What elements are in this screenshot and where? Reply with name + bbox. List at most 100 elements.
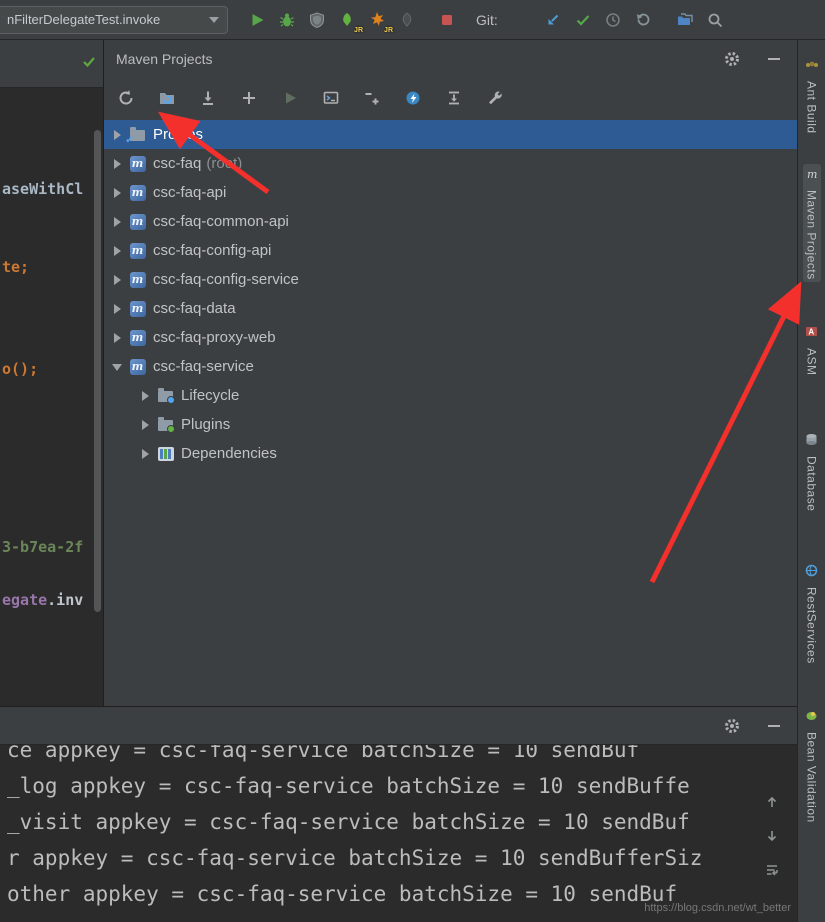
- tool-tab-restservices[interactable]: RestServices: [803, 561, 821, 667]
- add-maven-project-button[interactable]: [239, 88, 259, 108]
- console-line: _log appkey = csc-faq-service batchSize …: [7, 768, 761, 804]
- tool-tab-asm[interactable]: AASM: [803, 322, 821, 379]
- tree-node-csc-faq-api[interactable]: mcsc-faq-api: [104, 178, 797, 207]
- maven-projects-panel: Maven Projects: [104, 40, 797, 706]
- tree-node-label: Dependencies: [181, 445, 277, 462]
- panel-hide-button[interactable]: [765, 50, 783, 68]
- tree-node-csc-faq-proxy-web[interactable]: mcsc-faq-proxy-web: [104, 323, 797, 352]
- git-label: Git:: [476, 12, 498, 28]
- chevron-right-icon[interactable]: [112, 245, 124, 257]
- tree-node-csc-faq-common-api[interactable]: mcsc-faq-common-api: [104, 207, 797, 236]
- tool-tab-maven-projects[interactable]: mMaven Projects: [803, 164, 821, 283]
- skip-tests-icon: [445, 89, 463, 107]
- tool-tab-database[interactable]: Database: [803, 430, 821, 514]
- minimize-icon: [768, 725, 780, 727]
- chevron-right-icon[interactable]: [112, 332, 124, 344]
- chevron-right-icon[interactable]: [140, 419, 152, 431]
- soft-wrap-button[interactable]: [763, 861, 781, 879]
- download-sources-button[interactable]: [198, 88, 218, 108]
- gear-icon: [724, 51, 740, 67]
- tree-node-csc-faq-service[interactable]: m csc-faq-service: [104, 352, 797, 381]
- search-everywhere-button[interactable]: [700, 6, 730, 34]
- xrebel-button[interactable]: [392, 6, 422, 34]
- chevron-right-icon[interactable]: [112, 129, 124, 141]
- generate-sources-button[interactable]: [157, 88, 177, 108]
- debug-with-jrebel-button[interactable]: JR: [362, 6, 392, 34]
- soft-wrap-icon: [764, 862, 780, 878]
- rest-icon: [805, 564, 818, 582]
- tree-node-csc-faq[interactable]: mcsc-faq (root): [104, 149, 797, 178]
- tree-node-label: csc-faq-common-api: [153, 213, 289, 230]
- chevron-right-icon[interactable]: [140, 448, 152, 460]
- run-button[interactable]: [242, 6, 272, 34]
- tree-node-label: csc-faq-proxy-web: [153, 329, 276, 346]
- tool-tab-label: Ant Build: [805, 81, 819, 134]
- chevron-right-icon[interactable]: [112, 158, 124, 170]
- chevron-right-icon[interactable]: [112, 216, 124, 228]
- console-settings-button[interactable]: [723, 717, 741, 735]
- module-icon: m: [129, 243, 146, 259]
- maven-settings-button[interactable]: [485, 88, 505, 108]
- editor-scrollbar[interactable]: [94, 130, 101, 612]
- editor-area[interactable]: aseWithClte;o();3-b7ea-2fegate.inv: [0, 40, 104, 706]
- code-fragment: o();: [2, 360, 38, 378]
- git-commit-button[interactable]: [568, 6, 598, 34]
- code-fragment: aseWithCl: [2, 180, 83, 198]
- code-token: te;: [2, 258, 29, 276]
- run-with-jrebel-button[interactable]: JR: [332, 6, 362, 34]
- gear-icon: [724, 718, 740, 734]
- tree-node-lifecycle[interactable]: Lifecycle: [104, 381, 797, 410]
- chevron-right-icon[interactable]: [112, 187, 124, 199]
- tree-node-plugins[interactable]: Plugins: [104, 410, 797, 439]
- tree-node-label: csc-faq: [153, 155, 201, 172]
- run-maven-build-button[interactable]: [280, 88, 300, 108]
- chevron-right-icon[interactable]: [112, 274, 124, 286]
- dependencies-icon: [157, 446, 174, 461]
- arrow-up-icon: [764, 794, 780, 810]
- plugins-icon: [157, 418, 174, 431]
- git-rollback-button[interactable]: [628, 6, 658, 34]
- code-fragment: egate.inv: [2, 591, 83, 609]
- git-history-button[interactable]: [598, 6, 628, 34]
- tree-node-csc-faq-config-service[interactable]: mcsc-faq-config-service: [104, 265, 797, 294]
- chevron-right-icon[interactable]: [140, 390, 152, 402]
- bean-icon: [805, 709, 818, 727]
- top-toolbar: nFilterDelegateTest.invoke JR JR: [0, 0, 825, 40]
- run-config-dropdown[interactable]: nFilterDelegateTest.invoke: [0, 6, 228, 34]
- tree-node-label: Lifecycle: [181, 387, 239, 404]
- tool-tab-label: Bean Validation: [805, 732, 819, 823]
- tree-node-dependencies[interactable]: Dependencies: [104, 439, 797, 468]
- tool-tab-bean-validation[interactable]: Bean Validation: [803, 706, 821, 826]
- reimport-maven-button[interactable]: [116, 88, 136, 108]
- code-token: o();: [2, 360, 38, 378]
- tree-node-profiles[interactable]: Profiles: [104, 120, 797, 149]
- changed-files-button[interactable]: [670, 6, 700, 34]
- console-hide-button[interactable]: [765, 717, 783, 735]
- scroll-down-button[interactable]: [763, 827, 781, 845]
- tree-node-csc-faq-data[interactable]: mcsc-faq-data: [104, 294, 797, 323]
- debug-button[interactable]: [272, 6, 302, 34]
- ant-icon: [805, 58, 818, 76]
- tree-node-csc-faq-config-api[interactable]: mcsc-faq-config-api: [104, 236, 797, 265]
- code-token: .inv: [47, 591, 83, 609]
- chevron-right-icon[interactable]: [112, 303, 124, 315]
- skip-tests-button[interactable]: [444, 88, 464, 108]
- console-output[interactable]: ce appkey = csc-faq-service batchSize = …: [0, 745, 797, 922]
- tree-node-label: csc-faq-service: [153, 358, 254, 375]
- tool-tab-ant-build[interactable]: Ant Build: [803, 55, 821, 137]
- stop-button[interactable]: [432, 6, 462, 34]
- offline-mode-button[interactable]: [403, 88, 423, 108]
- console-header: [0, 707, 797, 745]
- svg-text:A: A: [808, 328, 814, 337]
- git-update-button[interactable]: [538, 6, 568, 34]
- panel-settings-button[interactable]: [723, 50, 741, 68]
- scroll-up-button[interactable]: [763, 793, 781, 811]
- execute-goal-button[interactable]: [321, 88, 341, 108]
- console-gutter: [763, 793, 781, 879]
- maven-icon: m: [805, 167, 818, 185]
- tree-node-label: csc-faq-api: [153, 184, 226, 201]
- chevron-down-icon[interactable]: [112, 361, 124, 373]
- expand-collapse-button[interactable]: [362, 88, 382, 108]
- coverage-button[interactable]: [302, 6, 332, 34]
- module-icon: m: [129, 359, 146, 375]
